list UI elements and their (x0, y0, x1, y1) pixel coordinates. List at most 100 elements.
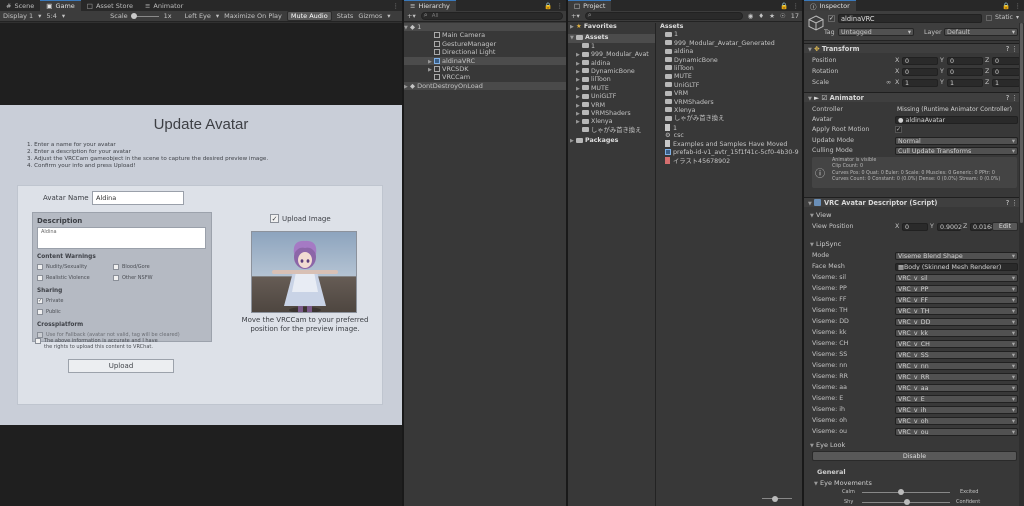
hierarchy-item-directional-light[interactable]: Directional Light (404, 48, 566, 56)
list-item[interactable]: Examples and Samples Have Moved (657, 140, 802, 148)
hierarchy-item-aldinavrc[interactable]: ▶ aldinaVRC (404, 56, 566, 65)
tab-inspector[interactable]: ⓘ Inspector (804, 0, 856, 11)
shy-confident-slider-knob[interactable] (904, 499, 910, 505)
inspector-scrollbar[interactable] (1019, 23, 1024, 506)
viseme-select[interactable]: VRC_v_TH (895, 306, 1018, 315)
viseme-select[interactable]: VRC_v_nn (895, 361, 1018, 370)
list-item[interactable]: VRMShaders (657, 99, 802, 107)
view-z-input[interactable]: 0.0168 (970, 222, 995, 231)
eye-look-section-header[interactable]: ▼ Eye Look (810, 441, 845, 449)
viseme-select[interactable]: VRC_v_oh (895, 416, 1018, 425)
component-menu-icons[interactable]: ? ⋮ (1006, 198, 1018, 208)
chevron-down-icon[interactable]: ▾ (1016, 14, 1019, 21)
scale-y-input[interactable]: 1 (947, 78, 983, 87)
list-item[interactable]: lilToon (657, 65, 802, 73)
visibility-icon[interactable]: ☉ (780, 12, 786, 20)
hierarchy-search-input[interactable]: All (420, 12, 563, 20)
list-item[interactable]: 1 (657, 123, 802, 132)
viseme-select[interactable]: VRC_v_SS (895, 350, 1018, 359)
disable-eye-look-button[interactable]: Disable (812, 451, 1017, 461)
hierarchy-item-vrccam[interactable]: VRCCam (404, 73, 566, 81)
filter-icon[interactable]: ◉ (748, 12, 754, 20)
favorites-row[interactable]: ▶ ★ Favorites (568, 23, 655, 31)
viseme-select[interactable]: VRC_v_ih (895, 405, 1018, 414)
stats-toggle[interactable]: Stats (337, 12, 354, 20)
avatar-name-input[interactable]: Aldina (92, 191, 184, 205)
component-menu-icons[interactable]: ? ⋮ (1006, 93, 1018, 103)
culling-mode-select[interactable]: Cull Update Transforms (895, 146, 1018, 155)
display-select[interactable]: Display 1 (3, 12, 33, 20)
folder-item[interactable]: ▶ Xlenya (568, 118, 655, 126)
folder-item[interactable]: ▶ lilToon (568, 76, 655, 84)
folder-item[interactable]: しゃがみ首き換え (568, 127, 655, 135)
list-item[interactable]: ⚙ csc (657, 132, 802, 140)
private-radio[interactable]: ✓ Private (37, 298, 63, 304)
other-nsfw-checkbox[interactable]: Other NSFW (113, 275, 153, 281)
avatar-field[interactable]: ● aldinaAvatar (895, 115, 1018, 124)
folder-item[interactable]: ▶ DynamicBone (568, 68, 655, 76)
viseme-select[interactable]: VRC_v_kk (895, 328, 1018, 337)
list-item[interactable]: 1 (657, 31, 802, 39)
edit-view-button[interactable]: Edit (992, 222, 1018, 231)
view-x-input[interactable]: 0 (902, 222, 928, 231)
view-section-header[interactable]: ▼ View (810, 211, 831, 219)
viseme-select[interactable]: VRC_v_aa (895, 383, 1018, 392)
blood-gore-checkbox[interactable]: Blood/Gore (113, 264, 150, 270)
link-icon[interactable]: ∞ (886, 78, 891, 87)
assets-folder-row[interactable]: ▼ Assets (568, 34, 655, 43)
aspect-select[interactable]: 5:4 (46, 12, 56, 20)
tab-scene[interactable]: # Scene (0, 0, 40, 11)
star-icon[interactable]: ★ (769, 12, 775, 20)
calm-excited-slider-knob[interactable] (898, 489, 904, 495)
folder-item[interactable]: ▶ UniGLTF (568, 93, 655, 101)
view-y-input[interactable]: 0.9002 (937, 222, 962, 231)
lipsync-mode-select[interactable]: Viseme Blend Shape (895, 251, 1018, 260)
root-motion-checkbox[interactable]: ✓ (895, 126, 902, 133)
tab-project[interactable]: □ Project (568, 0, 612, 11)
active-checkbox[interactable]: ✓ (828, 15, 835, 22)
lipsync-section-header[interactable]: ▼ LipSync (810, 240, 841, 248)
realistic-violence-checkbox[interactable]: Realistic Violence (37, 275, 90, 281)
list-item[interactable]: しゃがみ首き換え (657, 115, 802, 123)
viseme-select[interactable]: VRC_v_DD (895, 317, 1018, 326)
folder-item[interactable]: ▶ VRM (568, 102, 655, 110)
position-z-input[interactable]: 0 (992, 56, 1020, 65)
kebab-icon[interactable]: ⋮ (393, 2, 400, 10)
folder-item[interactable]: ▶ 999_Modular_Avat (568, 51, 655, 59)
scene-row[interactable]: ▼ ◆ 1 (404, 23, 566, 32)
face-mesh-field[interactable]: ▦Body (Skinned Mesh Renderer) (895, 262, 1018, 271)
rotation-x-input[interactable]: 0 (902, 67, 938, 76)
lock-icon[interactable]: 🔒 (1002, 2, 1010, 10)
scale-slider-knob[interactable] (130, 12, 137, 19)
viseme-select[interactable]: VRC_v_sil (895, 273, 1018, 282)
viseme-select[interactable]: VRC_v_E (895, 394, 1018, 403)
icon-size-slider-knob[interactable] (772, 496, 778, 502)
tag-select[interactable]: Untagged ▾ (838, 28, 914, 36)
project-search-input[interactable] (584, 12, 743, 20)
animator-header[interactable]: ▼ ► ☑ Animator? ⋮ (804, 92, 1024, 102)
folder-item[interactable]: ▶ aldina (568, 60, 655, 68)
folder-item[interactable]: 1 (568, 43, 655, 51)
list-item[interactable]: prefab-id-v1_avtr_15f1f41c-5cf0-4b30-9 (657, 148, 802, 157)
kebab-icon[interactable]: ⋮ (1015, 2, 1022, 10)
dontdestroyonload-row[interactable]: ▶ ◆ DontDestroyOnLoad (404, 81, 566, 91)
lock-icon[interactable]: 🔒 (544, 2, 552, 10)
list-item[interactable]: VRM (657, 90, 802, 98)
component-menu-icons[interactable]: ? ⋮ (1006, 44, 1018, 54)
viseme-select[interactable]: VRC_v_RR (895, 372, 1018, 381)
static-checkbox[interactable] (986, 15, 992, 21)
description-input[interactable]: Aldina (37, 227, 206, 249)
viseme-select[interactable]: VRC_v_FF (895, 295, 1018, 304)
viseme-select[interactable]: VRC_v_PP (895, 284, 1018, 293)
scrollbar-thumb[interactable] (1020, 23, 1023, 223)
upload-image-checkbox[interactable]: ✓ Upload Image (270, 214, 331, 223)
list-item[interactable]: MUTE (657, 73, 802, 81)
tab-hierarchy[interactable]: ≡ Hierarchy (404, 0, 456, 11)
folder-item[interactable]: ▶ VRMShaders (568, 110, 655, 118)
hierarchy-item-gesture-manager[interactable]: GestureManager (404, 40, 566, 48)
scale-slider[interactable] (130, 12, 159, 19)
upload-button[interactable]: Upload (68, 359, 174, 373)
scale-x-input[interactable]: 1 (902, 78, 938, 87)
update-mode-select[interactable]: Normal (895, 136, 1018, 145)
list-item[interactable]: DynamicBone (657, 57, 802, 65)
